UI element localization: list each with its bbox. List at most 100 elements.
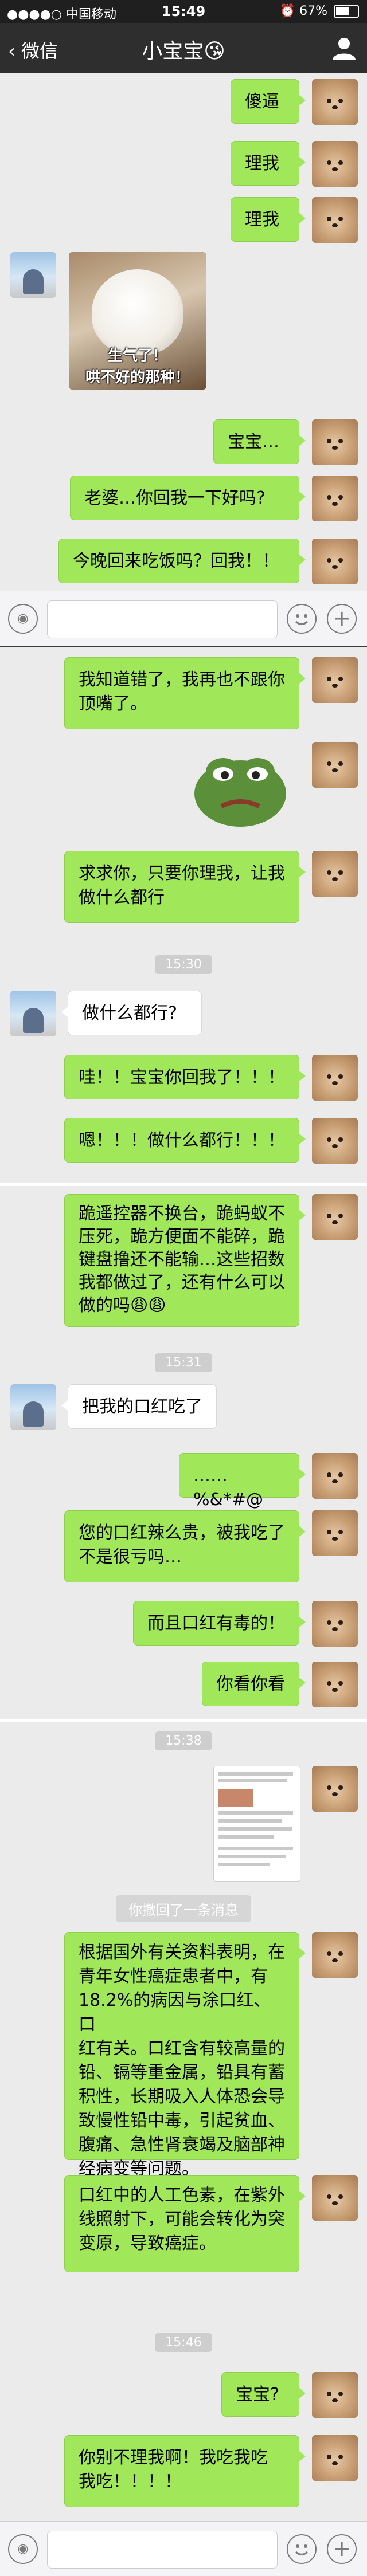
message-input[interactable] <box>47 600 278 638</box>
avatar-me[interactable] <box>312 1510 358 1556</box>
nav-bar: ‹ 微信 小宝宝😘 <box>0 23 367 73</box>
message-text-line: 铅、镉等重金属，铅具有蓄 <box>79 2063 285 2083</box>
message-bubble[interactable]: 哇！！宝宝你回我了！！！ <box>64 1055 306 1099</box>
article-screenshot-image[interactable] <box>213 1766 300 1882</box>
sad-frog-sticker[interactable] <box>192 742 289 828</box>
chat-title: 小宝宝😘 <box>142 40 225 63</box>
message-text-line: 不是很亏吗… <box>79 1547 182 1567</box>
status-bar: ●●●●○ 中国移动 15:49 ⏰ 67% <box>0 0 367 23</box>
message-text-line: 线照射下，可能会转化为突 <box>79 2209 285 2229</box>
message-text-line: 求求你，只要你理我，让我 <box>79 863 285 883</box>
message-text: ……%&*#@ <box>193 1466 264 1510</box>
avatar-her[interactable] <box>10 1384 56 1430</box>
message-bubble[interactable]: 口红中的人工色素，在紫外 线照射下，可能会转化为突 变原，导致癌症。 <box>64 2175 306 2272</box>
avatar-me[interactable] <box>312 1932 358 1978</box>
alarm-icon: ⏰ <box>279 4 296 18</box>
message-bubble[interactable]: 嗯！！！做什么都行！！！ <box>64 1118 306 1163</box>
message-text-line: 做什么都行 <box>79 888 165 908</box>
avatar-me[interactable] <box>312 2372 358 2418</box>
message-text-line: 积性，长期吸入人体恐会导 <box>79 2087 285 2107</box>
avatar-me[interactable] <box>312 742 358 788</box>
message-text-line: 红有关。口红含有较高量的 <box>79 2039 285 2059</box>
message-text: 你看你看 <box>216 1674 285 1694</box>
sticker-caption-1: 生气了！ <box>107 347 167 364</box>
avatar-me[interactable] <box>312 141 358 187</box>
plus-icon[interactable]: + <box>327 2534 357 2564</box>
message-bubble[interactable]: 你看你看 <box>202 1662 306 1706</box>
avatar-me[interactable] <box>312 1453 358 1499</box>
message-bubble[interactable]: 宝宝? <box>221 2372 306 2417</box>
timestamp: 15:31 <box>0 1353 367 1372</box>
message-text-line: 我知道错了，我再也不跟你 <box>79 670 285 690</box>
message-text-line: 腹痛、急性肾衰竭及脑部神 <box>79 2135 285 2155</box>
message-bubble[interactable]: 我知道错了，我再也不跟你 顶嘴了。 <box>64 657 306 729</box>
avatar-me[interactable] <box>312 2175 358 2221</box>
timestamp: 15:30 <box>0 955 367 974</box>
message-text-line: 我都做过了，还有什么可以 <box>79 1273 285 1293</box>
message-bubble[interactable]: 您的口红辣么贵，被我吃了 不是很亏吗… <box>64 1510 306 1582</box>
voice-icon[interactable]: ◉ <box>8 604 38 634</box>
message-text: 今晚回来吃饭吗？回我！！ <box>73 551 279 571</box>
message-bubble[interactable]: 理我 <box>231 197 306 242</box>
message-bubble[interactable]: 老婆…你回我一下好吗? <box>70 476 306 520</box>
input-bar: ◉ + <box>0 591 367 646</box>
status-right: ⏰ 67% <box>280 4 359 18</box>
message-bubble[interactable]: ……%&*#@ <box>179 1453 306 1510</box>
message-bubble[interactable]: 根据国外有关资料表明，在 青年女性癌症患者中，有 18.2%的病因与涂口红、口 … <box>64 1932 306 2179</box>
avatar-me[interactable] <box>312 2435 358 2481</box>
message-bubble[interactable]: 今晚回来吃饭吗？回我！！ <box>58 539 306 583</box>
message-text: 宝宝… <box>228 432 279 452</box>
angry-sticker-image[interactable]: 生气了！ 哄不好的那种！ <box>69 252 206 390</box>
message-bubble[interactable]: 而且口红有毒的！ <box>133 1601 306 1646</box>
emoji-icon[interactable] <box>287 604 317 634</box>
message-text: 把我的口红吃了 <box>82 1397 202 1417</box>
message-input[interactable] <box>47 2531 278 2569</box>
avatar-her[interactable] <box>10 252 56 298</box>
message-text: 傻逼 <box>245 92 279 112</box>
hamster-figure <box>92 269 184 355</box>
avatar-me[interactable] <box>312 1194 358 1240</box>
message-text-line: 压死，跪方便面不能碎，跪 <box>79 1227 285 1247</box>
message-text: 哇！！宝宝你回我了！！！ <box>79 1067 285 1087</box>
avatar-me[interactable] <box>312 1055 358 1101</box>
message-bubble[interactable]: 傻逼 <box>231 79 306 124</box>
avatar-me[interactable] <box>312 657 358 703</box>
input-bar: ◉ + <box>0 2521 367 2576</box>
message-text-line: 青年女性癌症患者中，有 <box>79 1966 268 1986</box>
emoji-icon[interactable] <box>287 2534 317 2564</box>
avatar-her[interactable] <box>10 991 56 1036</box>
avatar-me[interactable] <box>312 476 358 521</box>
plus-icon[interactable]: + <box>327 604 357 634</box>
avatar-me[interactable] <box>312 1662 358 1707</box>
avatar-me[interactable] <box>312 79 358 125</box>
message-text-line: 键盘撸还不能输…这些招数 <box>79 1250 285 1270</box>
message-text: 而且口红有毒的！ <box>147 1613 285 1633</box>
message-bubble[interactable]: 求求你，只要你理我，让我 做什么都行 <box>64 851 306 923</box>
message-bubble[interactable]: 宝宝… <box>213 419 306 464</box>
avatar-me[interactable] <box>312 1601 358 1647</box>
message-text-line: 跪遥控器不换台，跪蚂蚁不 <box>79 1204 285 1224</box>
message-bubble[interactable]: 把我的口红吃了 <box>61 1384 217 1429</box>
avatar-me[interactable] <box>312 539 358 584</box>
profile-icon[interactable] <box>331 36 357 61</box>
avatar-me[interactable] <box>312 1766 358 1812</box>
chat-panel-5: 15:38 你撤回了一条消息 根据国外有关资料表明，在 青年女性癌症患者中，有 … <box>0 1722 367 2576</box>
avatar-me[interactable] <box>312 197 358 243</box>
avatar-me[interactable] <box>312 419 358 465</box>
message-bubble[interactable]: 做什么都行? <box>61 991 202 1035</box>
battery-percent: 67% <box>299 4 327 18</box>
chat-panel-2: 我知道错了，我再也不跟你 顶嘴了。 求求你，只要你理我，让我 做什么都行 15:… <box>0 647 367 1183</box>
message-bubble[interactable]: 跪遥控器不换台，跪蚂蚁不 压死，跪方便面不能碎，跪 键盘撸还不能输…这些招数 我… <box>64 1194 306 1327</box>
timestamp: 15:46 <box>0 2333 367 2352</box>
message-text-line: 我吃！！！！ <box>79 2472 182 2492</box>
message-text: 嗯！！！做什么都行！！！ <box>79 1130 285 1150</box>
message-text-line: 口红中的人工色素，在紫外 <box>79 2185 285 2205</box>
message-text: 做什么都行? <box>82 1003 177 1023</box>
avatar-me[interactable] <box>312 1118 358 1164</box>
avatar-me[interactable] <box>312 851 358 897</box>
message-bubble[interactable]: 理我 <box>231 141 306 186</box>
chat-panel-4: 15:31 把我的口红吃了 ……%&*#@ 您的口红辣么贵，被我吃了 不是很亏吗… <box>0 1341 367 1719</box>
message-text-line: 根据国外有关资料表明，在 <box>79 1942 285 1962</box>
message-bubble[interactable]: 你别不理我啊！我吃我吃 我吃！！！！ <box>64 2435 306 2507</box>
voice-icon[interactable]: ◉ <box>8 2534 38 2564</box>
